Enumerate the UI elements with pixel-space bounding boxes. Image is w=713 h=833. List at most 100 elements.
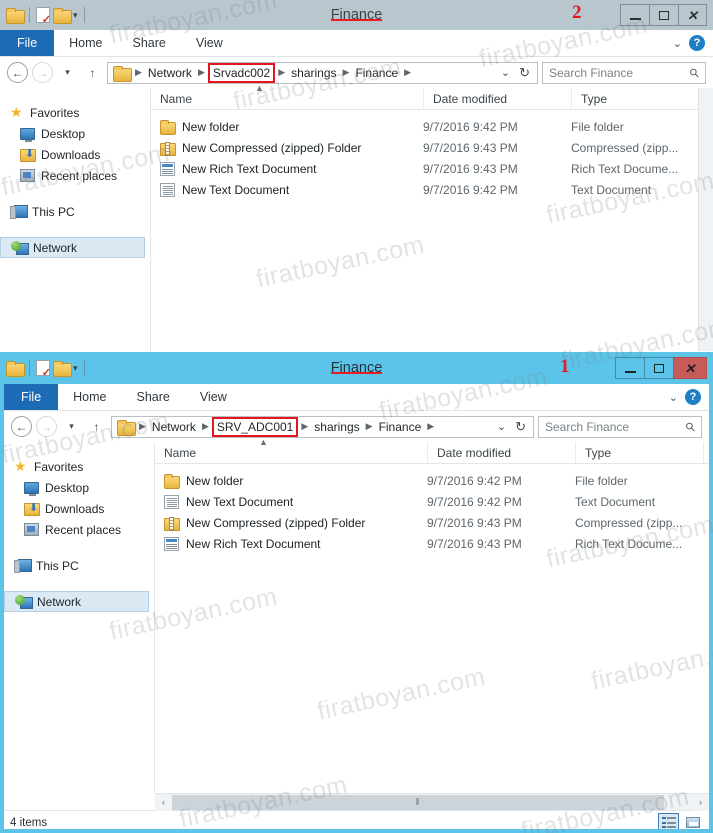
tab-share[interactable]: Share	[122, 384, 185, 410]
navigation-pane[interactable]: ★ Favorites Desktop Downloads Recent pla…	[4, 442, 155, 793]
close-button[interactable]: ✕	[673, 357, 707, 379]
recent-locations-icon[interactable]: ▾	[61, 416, 82, 437]
cell-name[interactable]: New Rich Text Document	[151, 161, 423, 176]
recent-locations-icon[interactable]: ▾	[57, 62, 78, 83]
sidebar-item-network[interactable]: Network	[0, 237, 145, 258]
cell-name[interactable]: New Compressed (zipped) Folder	[151, 141, 423, 156]
table-row[interactable]: New Compressed (zipped) Folder 9/7/2016 …	[151, 137, 713, 158]
cell-name[interactable]: New Text Document	[155, 494, 427, 509]
folder-icon[interactable]	[6, 8, 25, 24]
new-folder-icon[interactable]	[53, 361, 72, 377]
help-icon[interactable]: ?	[685, 389, 701, 405]
search-input[interactable]: Search Finance ⚲	[538, 415, 702, 438]
back-arrow-icon[interactable]: ←	[11, 416, 32, 437]
file-list-pane[interactable]: Name ▲ Date modified Type Size New folde…	[155, 437, 709, 793]
up-arrow-icon[interactable]: ↑	[86, 416, 107, 437]
view-mode-buttons[interactable]	[658, 813, 703, 829]
chevron-down-icon[interactable]: ▾	[73, 363, 78, 373]
ribbon-right-controls[interactable]: ⌄ ?	[669, 384, 709, 410]
help-icon[interactable]: ?	[689, 35, 705, 51]
chevron-down-icon[interactable]: ⌄	[669, 391, 678, 404]
table-row[interactable]: New Text Document 9/7/2016 9:42 PM Text …	[151, 179, 713, 200]
navigation-pane[interactable]: ★ Favorites Desktop Downloads Recent pla…	[0, 88, 151, 351]
table-row[interactable]: New folder 9/7/2016 9:42 PM File folder	[151, 116, 713, 137]
scroll-left-icon[interactable]: ‹	[155, 793, 172, 811]
tab-view[interactable]: View	[181, 30, 238, 56]
maximize-button[interactable]	[644, 357, 673, 379]
properties-icon[interactable]	[36, 360, 51, 379]
search-input[interactable]: Search Finance ⚲	[542, 61, 706, 84]
quick-access-toolbar[interactable]: ▾	[4, 352, 88, 384]
sidebar-item-downloads[interactable]: Downloads	[0, 144, 151, 165]
tab-file[interactable]: File	[0, 30, 55, 56]
sidebar-item-recent-places[interactable]: Recent places	[4, 519, 155, 540]
minimize-button[interactable]	[620, 4, 649, 26]
quick-access-toolbar[interactable]: ▾	[0, 0, 88, 30]
new-folder-icon[interactable]	[53, 8, 72, 24]
table-row[interactable]: New Rich Text Document 9/7/2016 9:43 PM …	[155, 533, 709, 554]
tab-home[interactable]: Home	[58, 384, 121, 410]
sidebar-item-desktop[interactable]: Desktop	[0, 123, 151, 144]
chevron-down-icon[interactable]: ⌄	[501, 66, 510, 79]
breadcrumb-server[interactable]: Srvadc002	[207, 62, 276, 83]
title-bar[interactable]: ▾ Finance ✕	[4, 352, 709, 384]
refresh-icon[interactable]: ↻	[515, 419, 526, 435]
explorer-window-srv-adc001[interactable]: ▾ Finance ✕ File Home Share View ⌄ ? ← →…	[0, 352, 713, 833]
chevron-down-icon[interactable]: ⌄	[497, 420, 506, 433]
column-header-date-modified[interactable]: Date modified	[423, 88, 571, 109]
address-bar[interactable]: ▶ Network ▶ Srvadc002 ▶ sharings ▶ Finan…	[107, 61, 538, 84]
column-header-type[interactable]: Type	[571, 88, 699, 109]
column-header-date-modified[interactable]: Date modified	[427, 442, 575, 463]
title-bar[interactable]: ▾ Finance ✕	[0, 0, 713, 30]
cell-name[interactable]: New Rich Text Document	[155, 536, 427, 551]
sidebar-item-recent-places[interactable]: Recent places	[0, 165, 151, 186]
column-header-name[interactable]: Name ▲	[155, 437, 427, 463]
nav-group-favorites[interactable]: ★ Favorites	[0, 102, 151, 123]
properties-icon[interactable]	[36, 7, 51, 26]
vertical-scrollbar[interactable]	[698, 88, 713, 351]
breadcrumb-server[interactable]: SRV_ADC001	[211, 416, 299, 437]
refresh-icon[interactable]: ↻	[519, 65, 530, 81]
address-toolbar[interactable]: ← → ▾ ↑ ▶ Network ▶ SRV_ADC001 ▶ sharing…	[4, 411, 709, 442]
breadcrumb-network[interactable]: Network	[148, 420, 200, 434]
window-controls[interactable]: ✕	[615, 357, 707, 379]
address-bar[interactable]: ▶ Network ▶ SRV_ADC001 ▶ sharings ▶ Fina…	[111, 415, 534, 438]
back-arrow-icon[interactable]: ←	[7, 62, 28, 83]
breadcrumb-network[interactable]: Network	[144, 66, 196, 80]
horizontal-scrollbar[interactable]: ‹ ⦀ ›	[155, 793, 709, 811]
breadcrumb-sharings[interactable]: sharings	[287, 66, 340, 80]
ribbon-right-controls[interactable]: ⌄ ?	[673, 30, 713, 56]
column-headers[interactable]: Name ▲ Date modified Type Size	[151, 83, 713, 110]
close-button[interactable]: ✕	[678, 4, 707, 26]
tab-view[interactable]: View	[185, 384, 242, 410]
table-row[interactable]: New folder 9/7/2016 9:42 PM File folder	[155, 470, 709, 491]
sidebar-item-downloads[interactable]: Downloads	[4, 498, 155, 519]
table-row[interactable]: New Compressed (zipped) Folder 9/7/2016 …	[155, 512, 709, 533]
explorer-window-srvadc002[interactable]: ▾ Finance ✕ File Home Share View ⌄ ? ← →…	[0, 0, 713, 352]
window-controls[interactable]: ✕	[620, 4, 707, 26]
cell-name[interactable]: New folder	[151, 119, 423, 135]
sidebar-item-network[interactable]: Network	[4, 591, 149, 612]
large-icons-view-icon[interactable]	[682, 813, 703, 829]
sidebar-item-this-pc[interactable]: This PC	[0, 201, 151, 222]
scroll-right-icon[interactable]: ›	[692, 793, 709, 811]
details-view-icon[interactable]	[658, 813, 679, 829]
table-row[interactable]: New Rich Text Document 9/7/2016 9:43 PM …	[151, 158, 713, 179]
column-headers[interactable]: Name ▲ Date modified Type Size	[155, 437, 709, 464]
scrollbar-thumb[interactable]: ⦀	[172, 794, 664, 810]
search-icon[interactable]: ⚲	[687, 64, 703, 80]
maximize-button[interactable]	[649, 4, 678, 26]
chevron-down-icon[interactable]: ⌄	[673, 37, 682, 50]
breadcrumb-sharings[interactable]: sharings	[310, 420, 363, 434]
tab-home[interactable]: Home	[54, 30, 117, 56]
ribbon-tabs[interactable]: File Home Share View ⌄ ?	[4, 384, 709, 411]
address-toolbar[interactable]: ← → ▾ ↑ ▶ Network ▶ Srvadc002 ▶ sharings…	[0, 57, 713, 88]
column-header-name[interactable]: Name ▲	[151, 83, 423, 109]
file-list-pane[interactable]: Name ▲ Date modified Type Size New folde…	[151, 83, 713, 351]
search-icon[interactable]: ⚲	[683, 418, 699, 434]
minimize-button[interactable]	[615, 357, 644, 379]
tab-file[interactable]: File	[4, 384, 59, 410]
breadcrumb-finance[interactable]: Finance	[375, 420, 426, 434]
sidebar-item-this-pc[interactable]: This PC	[4, 555, 155, 576]
table-row[interactable]: New Text Document 9/7/2016 9:42 PM Text …	[155, 491, 709, 512]
